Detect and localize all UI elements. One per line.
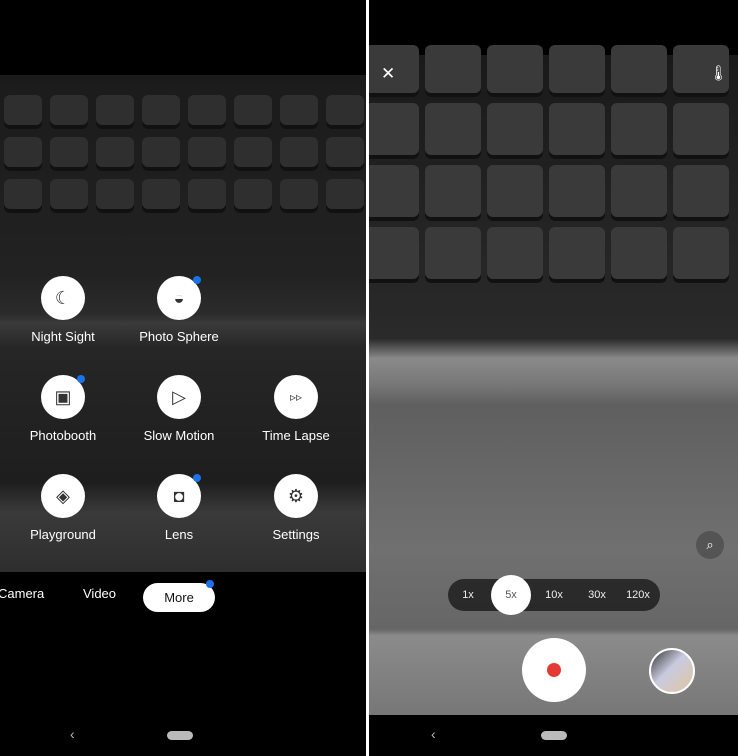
nav-back-button[interactable]: ‹ [70, 726, 75, 742]
close-button[interactable]: ✕ [381, 64, 395, 84]
tab-more-label: More [164, 590, 194, 605]
camera-modes-screen: ☾ Night Sight ◒ Photo Sphere ▣ Photobooth ▷… [0, 0, 366, 756]
zoom-10x[interactable]: 10x [534, 579, 574, 611]
nav-back-button[interactable]: ‹ [431, 726, 436, 742]
mode-label: Lens [164, 527, 194, 542]
tab-camera[interactable]: Camera [0, 586, 44, 601]
playground-icon: ◈ [56, 485, 70, 506]
sphere-icon: ◒ [173, 287, 185, 308]
lens-icon: ◘ [173, 485, 185, 506]
lens-search-button[interactable]: ⌕ [696, 531, 724, 559]
keyboard-image [369, 45, 738, 283]
tab-video[interactable]: Video [83, 586, 116, 601]
moon-icon: ☾ [54, 287, 72, 308]
mode-time-lapse[interactable]: ▹▹ Time Lapse [241, 375, 351, 443]
new-badge [193, 276, 201, 284]
tab-more[interactable]: More [143, 580, 215, 612]
record-icon [547, 663, 561, 677]
mode-lens[interactable]: ◘ Lens [124, 474, 234, 542]
slow-motion-icon: ▷ [172, 386, 186, 407]
mode-playground[interactable]: ◈ Playground [8, 474, 118, 542]
zoom-120x[interactable]: 120x [618, 579, 658, 611]
zoom-5x[interactable]: 5x [491, 575, 531, 615]
nav-home-button[interactable] [541, 731, 567, 740]
mode-slow-motion[interactable]: ▷ Slow Motion [124, 375, 234, 443]
photobooth-icon: ▣ [54, 386, 72, 407]
zoom-1x[interactable]: 1x [448, 579, 488, 611]
mode-photobooth[interactable]: ▣ Photobooth [8, 375, 118, 443]
nav-home-button[interactable] [167, 731, 193, 740]
mode-label: Night Sight [31, 329, 95, 344]
gear-icon: ⚙ [287, 485, 305, 506]
mode-photo-sphere[interactable]: ◒ Photo Sphere [124, 276, 234, 344]
mode-label: Time Lapse [262, 428, 330, 443]
mode-settings[interactable]: ⚙ Settings [241, 474, 351, 542]
gallery-thumbnail[interactable] [649, 648, 695, 694]
new-badge [193, 474, 201, 482]
viewfinder [369, 45, 738, 715]
record-button[interactable] [522, 638, 586, 702]
mode-label: Photobooth [29, 428, 97, 443]
keyboard-image [0, 95, 366, 213]
zoom-30x[interactable]: 30x [577, 579, 617, 611]
mode-night-sight[interactable]: ☾ Night Sight [8, 276, 118, 344]
new-badge [77, 375, 85, 383]
fast-forward-icon: ▹▹ [289, 390, 303, 404]
new-badge [206, 580, 214, 588]
mode-label: Slow Motion [143, 428, 215, 443]
mode-label: Photo Sphere [139, 329, 219, 344]
mode-label: Playground [30, 527, 96, 542]
thermometer-icon: 🌡 [708, 65, 728, 82]
zoom-selector: 1x 5x 10x 30x 120x [448, 575, 660, 615]
mode-label: Settings [272, 527, 320, 542]
video-screen: ✕ 🌡 ⌕ 1x 5x 10x 30x 120x ‹ [369, 0, 738, 756]
